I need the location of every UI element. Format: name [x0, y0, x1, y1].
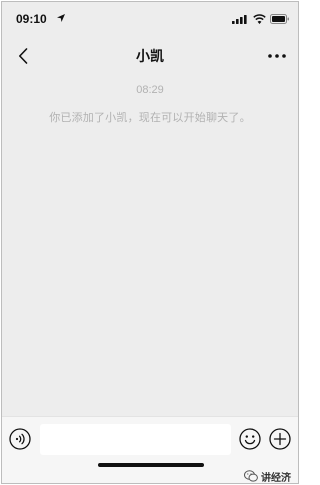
input-bar: 讲经济	[2, 416, 298, 484]
status-time: 09:10	[16, 12, 47, 26]
status-bar: 09:10	[2, 2, 298, 36]
plus-icon[interactable]	[269, 428, 291, 450]
system-message: 你已添加了小凯，现在可以开始聊天了。	[49, 111, 251, 124]
home-indicator	[98, 463, 204, 467]
signal-icon	[232, 15, 247, 24]
battery-icon	[270, 14, 289, 24]
voice-icon[interactable]	[9, 428, 31, 450]
location-arrow-icon	[57, 14, 65, 22]
nav-bar: 小凯	[2, 36, 298, 76]
watermark-text: 讲经济	[261, 472, 291, 484]
chat-title: 小凯	[136, 49, 164, 65]
phone-screen: 09:10 小凯 08:29 你已添加了小凯，现在可以开始聊天了。 讲经济	[1, 1, 299, 484]
wechat-logo-icon	[244, 470, 258, 482]
emoji-icon[interactable]	[239, 428, 261, 450]
more-button[interactable]	[264, 46, 290, 66]
message-input[interactable]	[40, 424, 231, 455]
wifi-icon	[253, 14, 266, 24]
watermark: 讲经济	[244, 468, 291, 484]
message-timestamp: 08:29	[136, 84, 164, 96]
more-dots-icon	[268, 54, 286, 58]
